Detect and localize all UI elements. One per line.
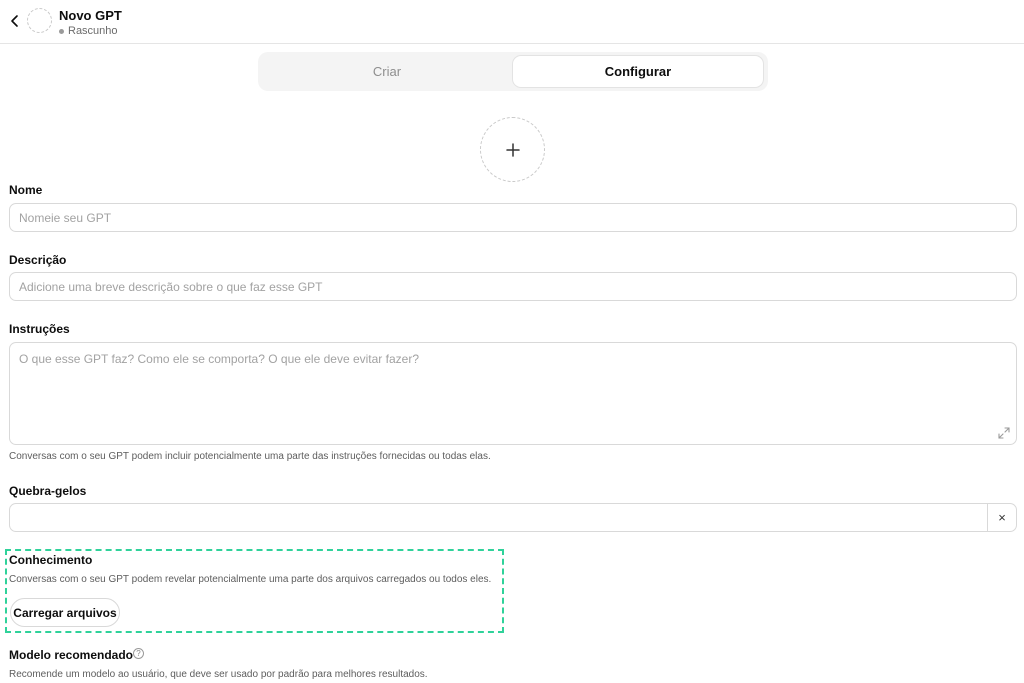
conversation-starter-input[interactable] bbox=[10, 504, 988, 531]
instructions-label: Instruções bbox=[9, 322, 70, 336]
name-input[interactable] bbox=[9, 203, 1017, 232]
knowledge-help: Conversas com o seu GPT podem revelar po… bbox=[9, 574, 492, 585]
status-label: Rascunho bbox=[68, 25, 118, 37]
gpt-title: Novo GPT bbox=[59, 8, 122, 23]
mode-tabs: Criar Configurar bbox=[258, 52, 768, 91]
instructions-textarea[interactable] bbox=[9, 342, 1017, 445]
tab-criar[interactable]: Criar bbox=[262, 56, 512, 87]
remove-starter-button[interactable]: × bbox=[987, 504, 1016, 531]
draft-status: Rascunho bbox=[59, 25, 118, 37]
editor-header: Novo GPT Rascunho bbox=[0, 0, 1024, 44]
knowledge-label: Conhecimento bbox=[9, 553, 93, 567]
expand-icon[interactable] bbox=[998, 427, 1010, 439]
plus-icon bbox=[505, 142, 520, 157]
recommended-model-label: Modelo recomendado bbox=[9, 648, 134, 662]
info-icon[interactable]: ? bbox=[133, 648, 144, 659]
status-dot-icon bbox=[59, 28, 64, 34]
recommended-model-help: Recomende um modelo ao usuário, que deve… bbox=[9, 669, 428, 680]
conversation-starter-row: × bbox=[9, 503, 1017, 532]
instructions-help: Conversas com o seu GPT podem incluir po… bbox=[9, 451, 491, 462]
description-label: Descrição bbox=[9, 253, 67, 267]
avatar-upload-button[interactable] bbox=[480, 117, 545, 182]
name-label: Nome bbox=[9, 183, 43, 197]
upload-files-button[interactable]: Carregar arquivos bbox=[10, 598, 120, 627]
chevron-left-icon[interactable] bbox=[6, 12, 24, 30]
tab-configurar[interactable]: Configurar bbox=[513, 56, 763, 87]
gpt-avatar bbox=[27, 8, 52, 33]
close-icon: × bbox=[998, 510, 1006, 525]
description-input[interactable] bbox=[9, 272, 1017, 301]
conversation-starters-label: Quebra-gelos bbox=[9, 484, 87, 498]
